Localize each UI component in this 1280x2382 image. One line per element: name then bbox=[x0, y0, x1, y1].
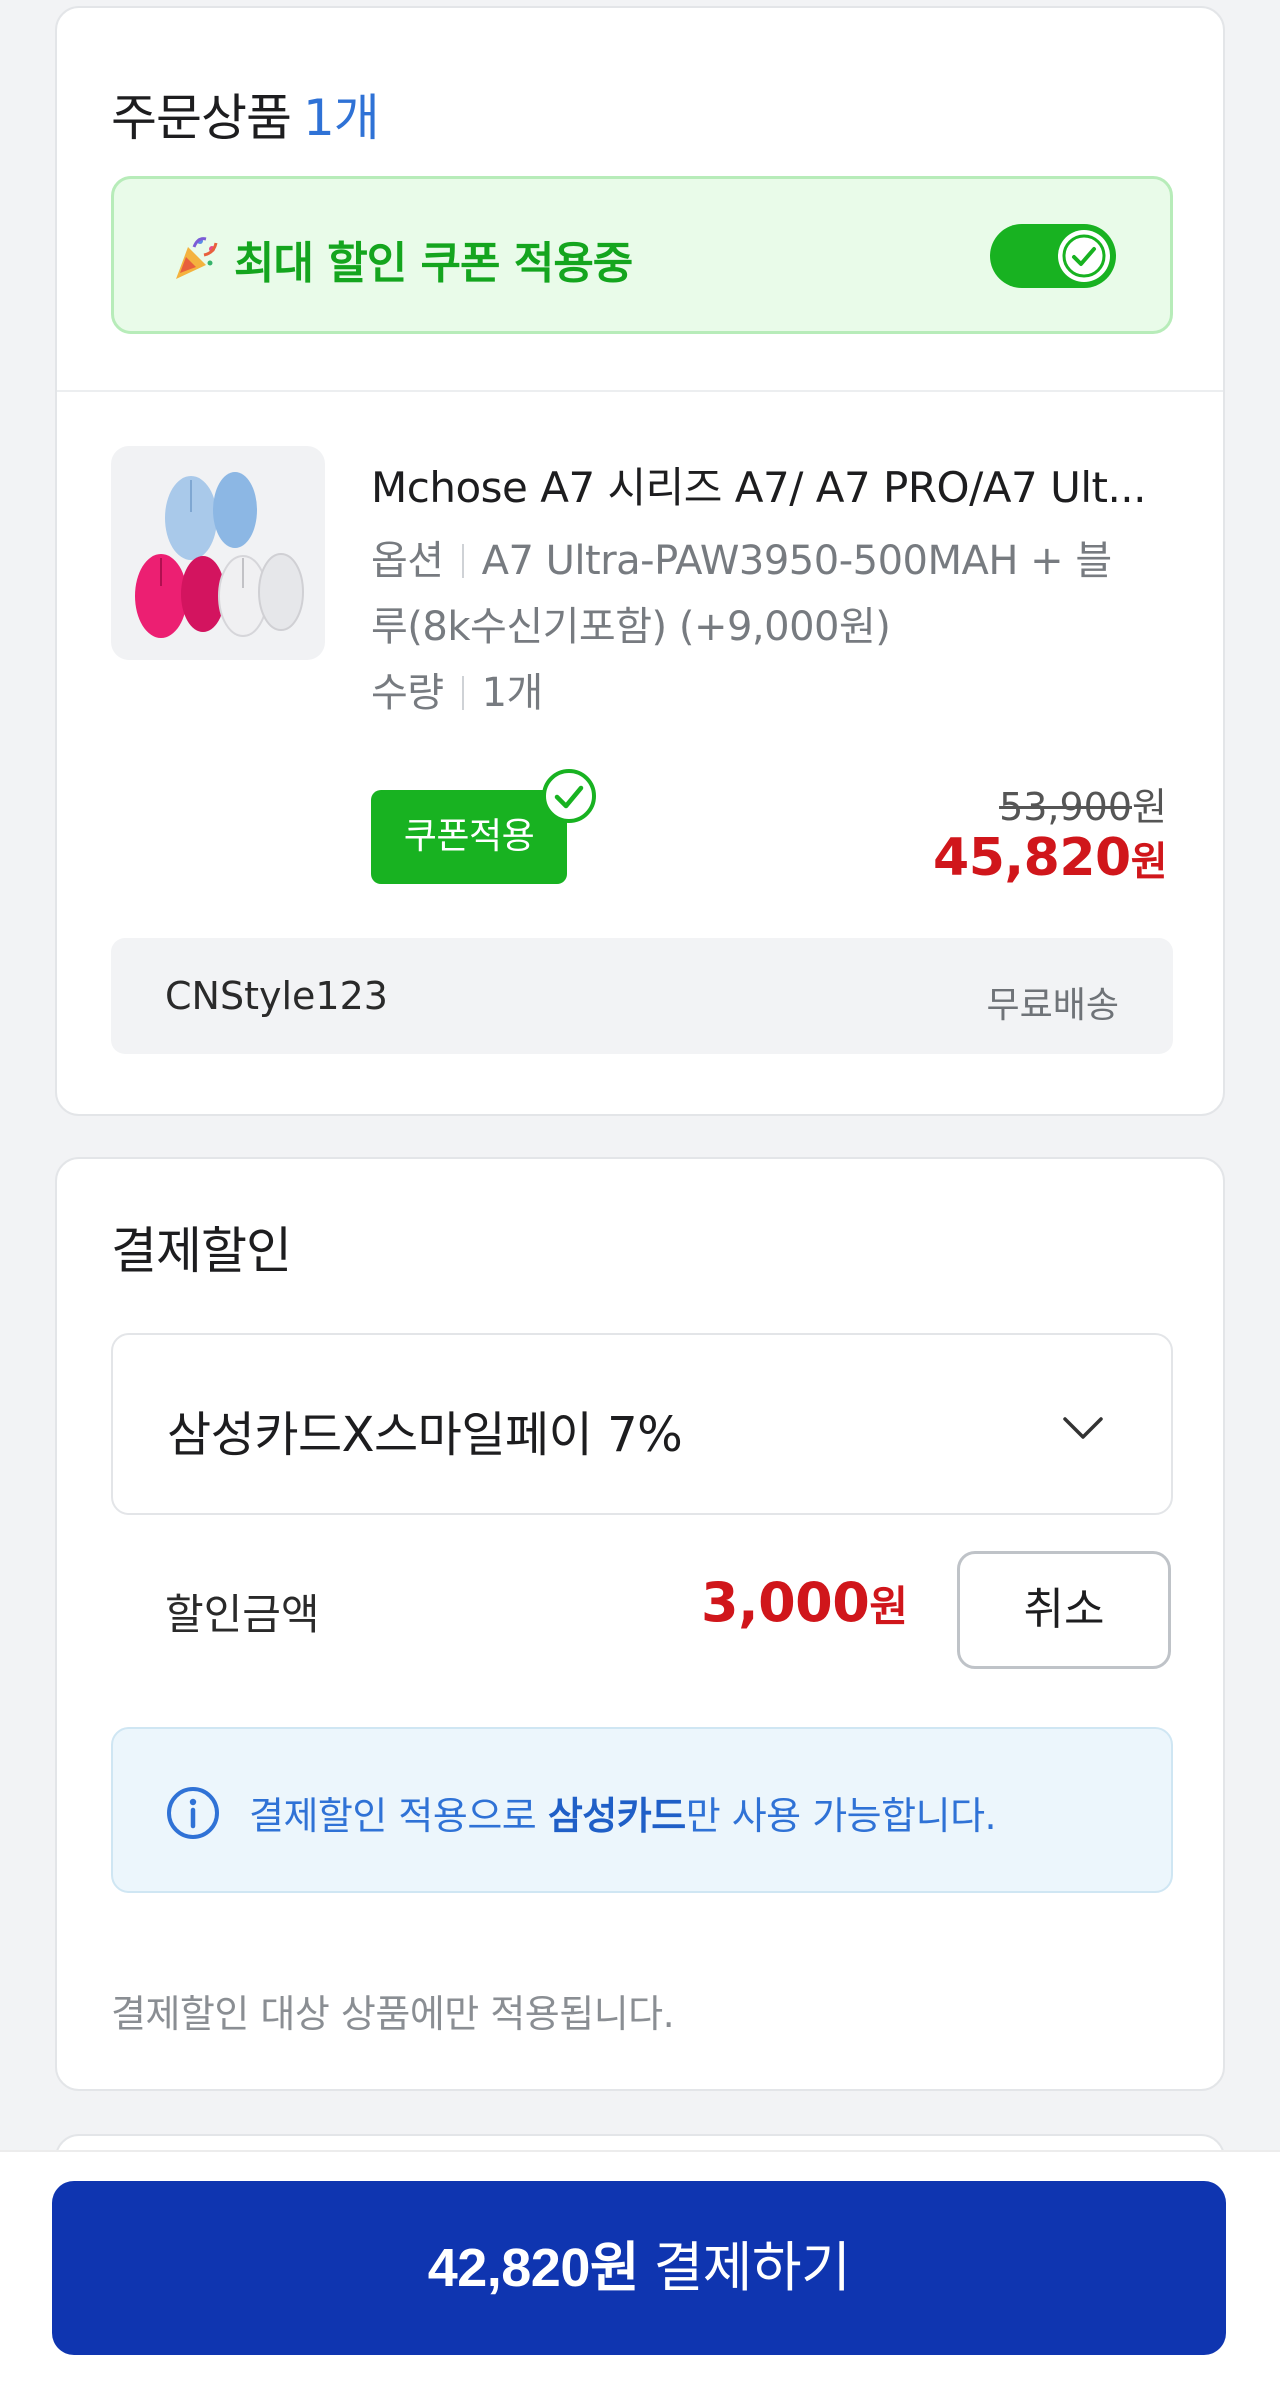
option-label: 옵션 bbox=[371, 538, 444, 584]
order-products-card: 주문상품 1개 최대 할인 쿠폰 적용중 Mchose A7 시리즈 A7/ A… bbox=[55, 6, 1225, 1116]
option-separator bbox=[461, 544, 464, 578]
sale-price: 45,820원 bbox=[933, 828, 1167, 888]
order-title-text: 주문상품 bbox=[111, 89, 292, 147]
max-coupon-banner[interactable]: 최대 할인 쿠폰 적용중 bbox=[111, 176, 1173, 334]
quantity-separator bbox=[461, 676, 464, 710]
discount-amount-value: 3,000 bbox=[701, 1571, 870, 1634]
discount-info-notice: 결제할인 적용으로 삼성카드만 사용 가능합니다. bbox=[111, 1727, 1173, 1893]
discount-amount-unit: 원 bbox=[869, 1582, 908, 1631]
discount-amount: 3,000원 bbox=[701, 1571, 908, 1634]
checkout-button[interactable]: 42,820원 결제하기 bbox=[52, 2181, 1226, 2355]
info-notice-text: 결제할인 적용으로 삼성카드만 사용 가능합니다. bbox=[249, 1785, 997, 1840]
product-option-row: 옵션 A7 Ultra-PAW3950-500MAH + 블 bbox=[371, 528, 1112, 594]
coupon-toggle[interactable] bbox=[990, 224, 1116, 288]
seller-shipping-bar: CNStyle123 무료배송 bbox=[111, 938, 1173, 1054]
mouse-product-image bbox=[135, 472, 304, 638]
order-count: 1개 bbox=[303, 89, 380, 147]
info-prefix: 결제할인 적용으로 bbox=[249, 1794, 548, 1838]
party-popper-icon bbox=[176, 237, 218, 279]
coupon-applied-badge[interactable]: 쿠폰적용 bbox=[371, 790, 567, 884]
info-icon bbox=[167, 1787, 219, 1839]
info-suffix: 만 사용 가능합니다. bbox=[685, 1794, 997, 1838]
checkout-amount: 42,820원 bbox=[427, 2238, 640, 2298]
toggle-knob bbox=[1058, 230, 1110, 282]
quantity-label: 수량 bbox=[371, 670, 444, 716]
original-price-unit: 원 bbox=[1132, 785, 1167, 829]
checkout-label: 결제하기 bbox=[653, 2238, 851, 2298]
section-divider bbox=[57, 390, 1223, 392]
info-card-name: 삼성카드 bbox=[547, 1794, 686, 1838]
sale-price-unit: 원 bbox=[1130, 839, 1168, 885]
payment-discount-title: 결제할인 bbox=[111, 1222, 292, 1280]
product-quantity-row: 수량 1개 bbox=[371, 660, 543, 726]
quantity-value: 1개 bbox=[481, 670, 544, 716]
bottom-checkout-bar: 42,820원 결제하기 bbox=[0, 2150, 1280, 2382]
original-price-value: 53,900 bbox=[999, 785, 1133, 829]
discount-footnote: 결제할인 대상 상품에만 적용됩니다. bbox=[111, 1992, 675, 2036]
chevron-down-icon bbox=[1063, 1417, 1103, 1439]
discount-amount-label: 할인금액 bbox=[165, 1590, 320, 1639]
seller-name[interactable]: CNStyle123 bbox=[165, 974, 388, 1018]
option-value-line1: A7 Ultra-PAW3950-500MAH + 블 bbox=[481, 538, 1113, 584]
coupon-banner-text: 최대 할인 쿠폰 적용중 bbox=[234, 238, 633, 289]
sale-price-value: 45,820 bbox=[933, 828, 1131, 888]
shipping-info: 무료배송 bbox=[986, 985, 1119, 1026]
option-value-line2: 루(8k수신기포함) (+9,000원) bbox=[371, 604, 891, 650]
product-thumbnail[interactable] bbox=[111, 446, 325, 660]
product-option-row-2: 루(8k수신기포함) (+9,000원) bbox=[371, 594, 891, 660]
original-price: 53,900원 bbox=[999, 776, 1167, 831]
payment-discount-card: 결제할인 삼성카드X스마일페이 7% 할인금액 3,000원 취소 결제할인 적… bbox=[55, 1157, 1225, 2091]
order-products-title: 주문상품 1개 bbox=[111, 78, 380, 150]
product-title[interactable]: Mchose A7 시리즈 A7/ A7 PRO/A7 Ult... bbox=[371, 454, 1171, 515]
card-discount-select[interactable]: 삼성카드X스마일페이 7% bbox=[111, 1333, 1173, 1515]
selected-card-discount: 삼성카드X스마일페이 7% bbox=[167, 1407, 683, 1463]
coupon-check-icon bbox=[542, 769, 596, 823]
check-icon bbox=[1062, 234, 1106, 278]
cancel-discount-button[interactable]: 취소 bbox=[957, 1551, 1171, 1669]
